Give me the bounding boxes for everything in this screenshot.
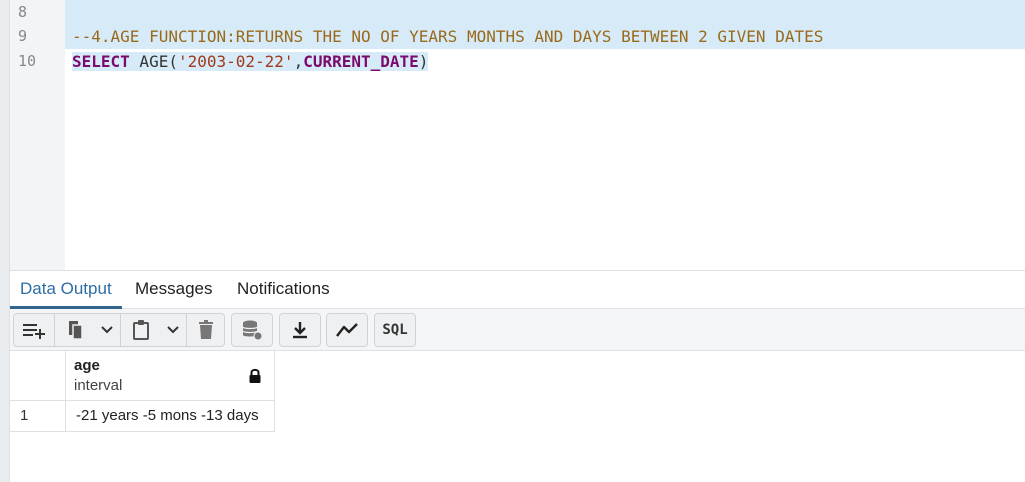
chevron-down-icon — [167, 326, 179, 334]
tab-data-output[interactable]: Data Output — [10, 271, 122, 309]
copy-options-dropdown[interactable] — [95, 314, 119, 346]
tab-notifications[interactable]: Notifications — [227, 271, 340, 309]
paste-button[interactable] — [121, 314, 161, 346]
graph-icon — [336, 323, 358, 337]
sql-icon: SQL — [382, 322, 408, 338]
copy-button[interactable] — [55, 314, 95, 346]
cell-value: -21 years -5 mons -13 days — [76, 407, 259, 424]
line-number: 9 — [18, 27, 28, 45]
close-paren: ) — [418, 52, 429, 71]
delete-button[interactable] — [187, 314, 225, 346]
code-line-9[interactable]: --4.AGE FUNCTION:RETURNS THE NO OF YEARS… — [65, 24, 1025, 49]
chevron-down-icon — [101, 326, 113, 334]
graph-visualiser-button[interactable] — [327, 314, 367, 346]
sql-comment: --4.AGE FUNCTION:RETURNS THE NO OF YEARS… — [72, 27, 824, 46]
tab-messages[interactable]: Messages — [125, 271, 222, 309]
query-editor[interactable]: 8 9 10 --4.AGE FUNCTION:RETURNS THE NO O… — [10, 0, 1025, 270]
download-button[interactable] — [280, 314, 320, 346]
add-row-button[interactable] — [14, 314, 54, 346]
edit-button-group — [13, 313, 225, 347]
left-rail — [0, 0, 10, 482]
sql-button[interactable]: SQL — [375, 314, 415, 346]
save-data-icon — [242, 320, 263, 341]
column-header-age[interactable]: age interval — [66, 351, 275, 401]
open-paren: ( — [168, 52, 178, 71]
function-age: AGE — [129, 52, 169, 71]
code-area[interactable]: --4.AGE FUNCTION:RETURNS THE NO OF YEARS… — [65, 0, 1025, 270]
row-number-cell[interactable]: 1 — [10, 401, 66, 432]
keyword-current-date: CURRENT_DATE — [303, 52, 419, 71]
lock-icon — [249, 368, 261, 383]
line-number: 10 — [18, 52, 37, 70]
save-data-button[interactable] — [232, 314, 272, 346]
download-icon — [293, 322, 307, 339]
results-toolbar: SQL — [10, 309, 1025, 351]
keyword-select: SELECT — [72, 52, 130, 71]
delete-icon — [199, 320, 213, 339]
line-number: 8 — [18, 3, 28, 21]
paste-options-dropdown[interactable] — [161, 314, 185, 346]
results-tabs: Data Output Messages Notifications — [10, 270, 1025, 309]
graph-group — [326, 313, 368, 347]
copy-icon — [69, 321, 83, 340]
column-name: age — [74, 357, 100, 374]
line-number-gutter: 8 9 10 — [10, 0, 65, 270]
table-cell[interactable]: -21 years -5 mons -13 days — [66, 401, 275, 432]
selected-statement: SELECT AGE('2003-02-22',CURRENT_DATE) — [72, 52, 429, 71]
string-literal-date: '2003-02-22' — [177, 52, 294, 71]
sql-group: SQL — [374, 313, 416, 347]
add-row-icon — [23, 324, 45, 339]
code-line-10[interactable]: SELECT AGE('2003-02-22',CURRENT_DATE) — [65, 49, 1025, 74]
paste-icon — [133, 320, 149, 340]
save-data-group — [231, 313, 273, 347]
comma: , — [293, 52, 304, 71]
row-number: 1 — [20, 407, 29, 424]
column-type: interval — [74, 377, 123, 394]
download-group — [279, 313, 321, 347]
grid-corner-cell[interactable] — [10, 351, 66, 401]
